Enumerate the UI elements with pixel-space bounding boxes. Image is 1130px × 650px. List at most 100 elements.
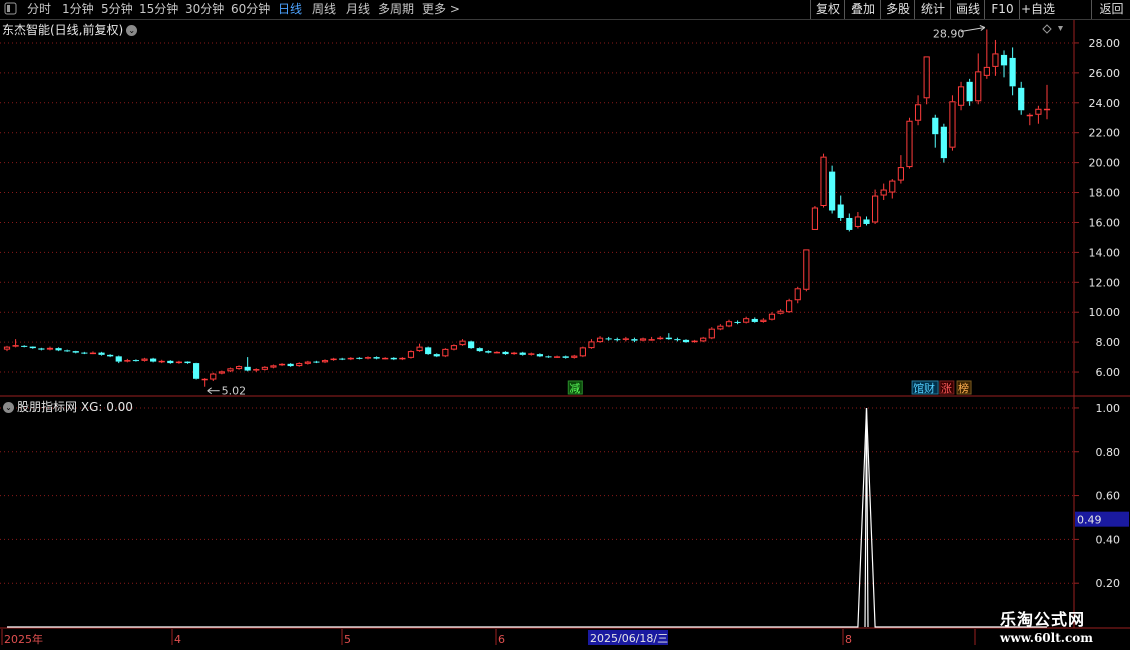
chevron-down-icon[interactable]: ⌄: [126, 25, 138, 36]
candle[interactable]: [846, 213, 853, 232]
candle[interactable]: [829, 165, 836, 214]
candle[interactable]: [794, 286, 801, 304]
candle[interactable]: [141, 357, 148, 362]
candle[interactable]: [571, 354, 578, 359]
candle[interactable]: [382, 357, 389, 360]
candle[interactable]: [124, 358, 131, 363]
candle[interactable]: [579, 346, 586, 358]
candle[interactable]: [906, 117, 913, 169]
candle[interactable]: [760, 318, 767, 323]
candle[interactable]: [562, 355, 569, 359]
candle[interactable]: [184, 361, 191, 364]
candle[interactable]: [519, 351, 526, 356]
candle[interactable]: [820, 153, 827, 208]
candle[interactable]: [167, 360, 174, 364]
candle[interactable]: [235, 365, 243, 370]
candle[interactable]: [966, 78, 973, 106]
candle[interactable]: [339, 357, 346, 361]
toolbar-button-3[interactable]: 统计: [914, 0, 951, 19]
toolbar-button-5[interactable]: F10: [984, 0, 1020, 19]
candle[interactable]: [700, 336, 707, 343]
window-icon[interactable]: [4, 2, 18, 19]
candle[interactable]: [605, 336, 612, 341]
candle[interactable]: [313, 360, 320, 364]
candle[interactable]: [81, 351, 88, 355]
candle[interactable]: [511, 351, 518, 355]
candle[interactable]: [648, 336, 655, 341]
candle[interactable]: [665, 333, 672, 340]
candle[interactable]: [914, 95, 922, 126]
candle[interactable]: [1000, 50, 1008, 78]
candle[interactable]: [132, 359, 140, 362]
candle[interactable]: [373, 356, 380, 360]
candle[interactable]: [622, 336, 629, 342]
candle[interactable]: [1026, 113, 1033, 126]
candle[interactable]: [21, 345, 28, 348]
candle[interactable]: [158, 359, 165, 364]
candle[interactable]: [218, 370, 225, 375]
triangle-down-icon[interactable]: [1058, 26, 1063, 31]
candle[interactable]: [1018, 81, 1025, 115]
diamond-icon[interactable]: [1042, 24, 1052, 34]
candle[interactable]: [863, 216, 870, 226]
candle[interactable]: [468, 340, 475, 349]
candle[interactable]: [12, 339, 19, 348]
candle[interactable]: [502, 351, 509, 355]
tab-period-0[interactable]: 分时: [27, 1, 51, 18]
candle[interactable]: [940, 123, 947, 163]
candle[interactable]: [347, 357, 354, 361]
candle[interactable]: [932, 114, 939, 148]
candle[interactable]: [433, 353, 440, 358]
toolbar-button-6[interactable]: +自选: [1019, 0, 1056, 19]
toolbar-button-4[interactable]: 画线: [950, 0, 985, 19]
candle[interactable]: [992, 39, 999, 76]
tab-period-10[interactable]: 更多 >: [422, 1, 460, 18]
candle[interactable]: [450, 344, 458, 351]
candle[interactable]: [364, 356, 372, 360]
candle[interactable]: [975, 53, 982, 105]
candle[interactable]: [175, 360, 182, 364]
candle[interactable]: [553, 355, 561, 358]
candle[interactable]: [725, 319, 733, 328]
tab-period-1[interactable]: 1分钟: [62, 1, 94, 18]
candle[interactable]: [107, 354, 114, 358]
candle[interactable]: [270, 364, 277, 369]
candle[interactable]: [3, 345, 11, 352]
candle[interactable]: [1043, 84, 1051, 120]
candle[interactable]: [89, 351, 97, 355]
candle[interactable]: [983, 29, 990, 79]
candle[interactable]: [253, 368, 260, 373]
tab-period-2[interactable]: 5分钟: [101, 1, 133, 18]
xg-line[interactable]: [7, 407, 1047, 628]
candle[interactable]: [949, 95, 956, 151]
candle[interactable]: [743, 316, 750, 324]
candle[interactable]: [150, 357, 157, 363]
candle[interactable]: [261, 366, 268, 371]
candle[interactable]: [278, 363, 286, 367]
candle[interactable]: [296, 362, 303, 367]
candle[interactable]: [493, 351, 501, 354]
tab-period-9[interactable]: 多周期: [378, 1, 414, 18]
candle[interactable]: [657, 336, 664, 340]
tab-period-6[interactable]: 日线: [278, 1, 302, 18]
candle[interactable]: [786, 298, 793, 313]
candle[interactable]: [407, 350, 415, 359]
tag-zhang[interactable]: 涨: [939, 380, 955, 395]
candlestick-series[interactable]: [3, 29, 1051, 387]
candle[interactable]: [64, 349, 71, 352]
candle[interactable]: [425, 346, 432, 355]
candle[interactable]: [674, 337, 681, 342]
candle[interactable]: [614, 337, 621, 342]
candle[interactable]: [923, 56, 930, 105]
candle[interactable]: [957, 81, 965, 111]
candle[interactable]: [72, 350, 79, 354]
candle[interactable]: [588, 339, 595, 349]
candle[interactable]: [192, 362, 200, 380]
candle[interactable]: [55, 347, 62, 352]
candle[interactable]: [356, 357, 363, 360]
tab-period-4[interactable]: 30分钟: [185, 1, 224, 18]
candle[interactable]: [596, 336, 604, 343]
indicator-series[interactable]: [7, 407, 1047, 628]
candle[interactable]: [1035, 105, 1042, 124]
candle[interactable]: [528, 352, 535, 356]
